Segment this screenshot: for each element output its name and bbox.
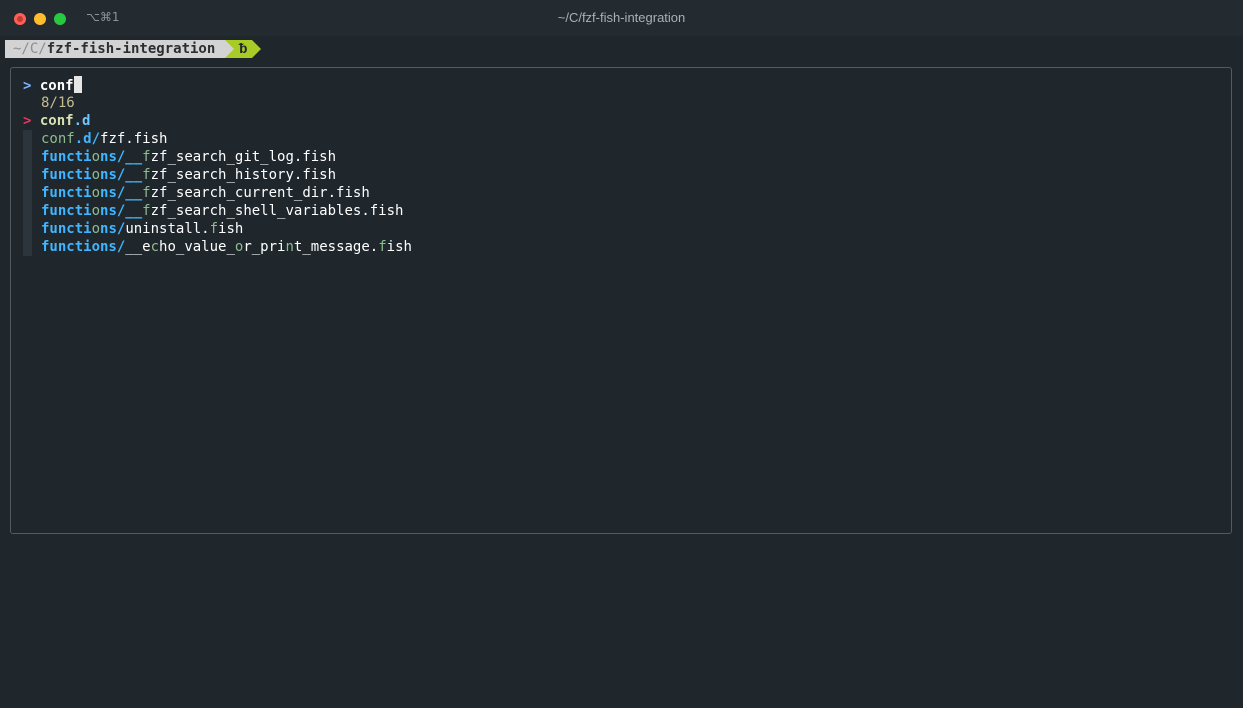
title-bar: ⌥⌘1 ~/C/fzf-fish-integration xyxy=(0,0,1243,36)
fzf-selection-pointer: > xyxy=(23,113,32,129)
file-text: zf_search_shell_variables.fish xyxy=(150,203,404,219)
list-item[interactable]: functions/__fzf_search_git_log.fish xyxy=(41,148,336,166)
dir-text: s/ xyxy=(108,221,126,237)
match-text: o xyxy=(91,149,101,165)
dir-text: s/__ xyxy=(108,185,143,201)
match-text: c xyxy=(150,239,160,255)
match-text: conf xyxy=(39,113,74,129)
prompt-separator-end xyxy=(252,40,262,58)
match-text: f xyxy=(378,239,387,255)
file-text: __e xyxy=(125,239,151,255)
list-item[interactable]: conf.d/fzf.fish xyxy=(41,130,167,148)
match-text: f xyxy=(142,167,151,183)
match-text: o xyxy=(91,203,101,219)
text-cursor xyxy=(73,76,82,93)
fzf-query-line[interactable]: > conf xyxy=(23,76,82,94)
file-text: zf_search_history.fish xyxy=(150,167,337,183)
fzf-match-count: 8/16 xyxy=(41,95,75,111)
dir-text: s/__ xyxy=(108,167,143,183)
file-text: uninstall. xyxy=(125,221,210,237)
match-text: o xyxy=(91,185,101,201)
match-text: f xyxy=(142,203,151,219)
shell-prompt: ~/C/fzf-fish-integration ᵬ xyxy=(5,40,262,58)
prompt-path-parent: ~/C/ xyxy=(13,41,47,57)
file-text: ish xyxy=(386,239,412,255)
fzf-prompt-pointer: > xyxy=(23,78,32,94)
file-text: zf_search_current_dir.fish xyxy=(150,185,370,201)
file-text: t_message. xyxy=(293,239,379,255)
prompt-path: ~/C/fzf-fish-integration xyxy=(5,40,226,58)
list-item-selected[interactable]: > conf.d xyxy=(23,112,90,130)
fzf-finder-panel: > conf 8/16 > conf.d conf.d/fzf.fish fun… xyxy=(10,67,1232,534)
list-item[interactable]: functions/__fzf_search_shell_variables.f… xyxy=(41,202,403,220)
fzf-gutter xyxy=(23,130,32,256)
dir-text: .d/ xyxy=(74,131,101,147)
fzf-query-input[interactable]: conf xyxy=(40,78,74,94)
git-branch-icon: ᵬ xyxy=(234,40,253,58)
file-text: fzf.fish xyxy=(100,131,168,147)
prompt-separator xyxy=(225,40,235,58)
match-text: f xyxy=(142,185,151,201)
match-text: o xyxy=(91,167,101,183)
list-item[interactable]: functions/uninstall.fish xyxy=(41,220,243,238)
match-text: f xyxy=(209,221,219,237)
window-title: ~/C/fzf-fish-integration xyxy=(557,10,686,25)
dir-text: functi xyxy=(41,203,92,219)
file-text: ho_value_ xyxy=(159,239,235,255)
match-text: f xyxy=(142,149,151,165)
list-item[interactable]: functions/__echo_value_or_print_message.… xyxy=(41,238,412,256)
match-text: conf xyxy=(41,131,75,147)
file-text: r_pri xyxy=(243,239,286,255)
match-rest: .d xyxy=(73,113,91,129)
dir-text: functi xyxy=(41,221,92,237)
dir-text: functions/ xyxy=(41,239,126,255)
dir-text: s/__ xyxy=(108,149,143,165)
file-text: zf_search_git_log.fish xyxy=(150,149,337,165)
list-item[interactable]: functions/__fzf_search_history.fish xyxy=(41,166,336,184)
dir-text: functi xyxy=(41,149,92,165)
prompt-path-dir: fzf-fish-integration xyxy=(46,41,216,57)
match-text: o xyxy=(91,221,101,237)
dir-text: functi xyxy=(41,185,92,201)
file-text: ish xyxy=(218,221,244,237)
dir-text: s/__ xyxy=(108,203,143,219)
list-item[interactable]: functions/__fzf_search_current_dir.fish xyxy=(41,184,370,202)
dir-text: functi xyxy=(41,167,92,183)
match-text: n xyxy=(285,239,294,255)
